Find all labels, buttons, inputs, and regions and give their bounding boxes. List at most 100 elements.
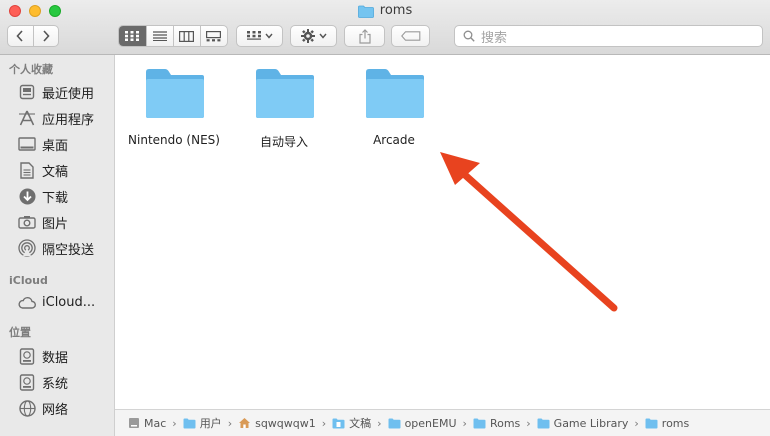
chevron-right-icon: › <box>227 416 233 430</box>
chevron-right-icon: › <box>321 416 327 430</box>
icloud-icon <box>18 293 36 311</box>
chevron-right-icon: › <box>172 416 177 430</box>
sidebar-item-documents[interactable]: 文稿 <box>0 158 114 182</box>
sidebar-item-label: 隔空投送 <box>42 242 95 258</box>
downloads-icon <box>18 187 36 205</box>
gallery-view-button[interactable] <box>199 26 227 46</box>
share-icon <box>358 28 371 44</box>
forward-button[interactable] <box>32 26 59 46</box>
folder-icon <box>146 69 204 118</box>
sidebar-item-data-disk[interactable]: 数据 <box>0 344 114 368</box>
view-mode-selector <box>118 25 228 47</box>
folder-icon <box>537 417 550 429</box>
documents-folder-icon <box>332 417 345 429</box>
sidebar-item-label: 下载 <box>42 190 69 206</box>
path-crumb-game-library[interactable]: Game Library <box>537 416 629 430</box>
folder-icon <box>645 417 658 429</box>
disk-icon <box>18 373 36 391</box>
path-crumb-roms[interactable]: roms <box>645 417 689 430</box>
search-icon <box>463 30 475 42</box>
action-menu-button[interactable] <box>290 25 337 47</box>
path-crumb-label: openEMU <box>404 416 457 430</box>
path-crumb-label: Mac <box>144 416 167 430</box>
chevron-left-icon <box>16 30 23 42</box>
folder-item-arcade[interactable]: Arcade <box>339 55 449 165</box>
path-crumb-label: Roms <box>489 416 521 430</box>
path-crumb-documents[interactable]: 文稿 <box>332 415 371 431</box>
path-crumb-users[interactable]: 用户 <box>183 415 222 431</box>
list-icon <box>152 31 167 41</box>
path-crumb-label: sqwqwqw1 <box>255 416 316 430</box>
path-crumb-label: 文稿 <box>349 417 372 430</box>
chevron-right-icon: › <box>634 416 639 430</box>
section-title-icloud: iCloud <box>9 274 48 287</box>
sidebar-item-downloads[interactable]: 下载 <box>0 184 114 208</box>
disk-icon <box>127 417 140 429</box>
folder-icon <box>357 5 374 18</box>
window-title: roms <box>379 3 413 18</box>
airdrop-icon <box>18 239 36 257</box>
finder-window: roms 搜索 个人收藏 最近使用 应用程序 桌面 文稿 下载 图片 隔空投送 … <box>0 0 770 436</box>
icon-view-button[interactable] <box>119 26 146 46</box>
path-crumb-label: roms <box>661 416 690 430</box>
chevron-down-icon <box>264 33 273 39</box>
disk-icon <box>18 347 36 365</box>
path-crumb-label: Game Library <box>553 416 629 430</box>
folder-icon <box>366 69 424 118</box>
icon-grid-icon <box>125 31 140 41</box>
gallery-icon <box>206 30 222 41</box>
columns-icon <box>179 30 195 42</box>
sidebar-item-recents[interactable]: 最近使用 <box>0 80 114 104</box>
back-button[interactable] <box>8 26 33 46</box>
path-bar: Mac › 用户 › sqwqwqw1 › 文稿 › openEMU › Rom… <box>115 409 770 436</box>
gear-icon <box>300 29 315 43</box>
documents-icon <box>18 161 36 179</box>
sidebar-item-label: 文稿 <box>42 164 69 180</box>
section-title-favorites: 个人收藏 <box>9 63 53 76</box>
sidebar-item-label: 网络 <box>42 402 69 418</box>
column-view-button[interactable] <box>172 26 200 46</box>
folder-icon <box>473 417 486 429</box>
path-crumb-openemu[interactable]: openEMU <box>388 417 457 430</box>
list-view-button[interactable] <box>145 26 173 46</box>
chevron-right-icon: › <box>526 416 531 430</box>
folder-item-nintendo-nes[interactable]: Nintendo (NES) <box>119 55 229 165</box>
sidebar-item-pictures[interactable]: 图片 <box>0 210 114 234</box>
group-by-button[interactable] <box>236 25 283 47</box>
path-crumb-mac[interactable]: Mac <box>127 417 166 430</box>
share-button[interactable] <box>344 25 385 47</box>
path-crumb-label: 用户 <box>199 417 222 430</box>
back-forward-group <box>7 25 59 47</box>
file-name: Nintendo (NES) <box>128 133 220 147</box>
home-icon <box>238 417 251 429</box>
folder-icon <box>183 417 196 429</box>
sidebar-item-icloud-drive[interactable]: iCloud... <box>0 290 114 314</box>
sidebar-item-airdrop[interactable]: 隔空投送 <box>0 236 114 260</box>
tag-icon <box>400 31 420 41</box>
sidebar-item-network[interactable]: 网络 <box>0 396 114 420</box>
folder-icon <box>388 417 401 429</box>
folder-icon <box>256 69 314 118</box>
file-browser-area: Nintendo (NES) 自动导入 Arcade <box>115 55 770 409</box>
titlebar: roms 搜索 <box>0 0 770 55</box>
sidebar-item-label: iCloud... <box>42 294 96 310</box>
search-field[interactable]: 搜索 <box>454 25 763 47</box>
section-title-locations: 位置 <box>9 326 31 339</box>
sidebar-item-desktop[interactable]: 桌面 <box>0 132 114 156</box>
search-placeholder: 搜索 <box>481 30 508 46</box>
file-name: 自动导入 <box>259 135 308 149</box>
sidebar-item-applications[interactable]: 应用程序 <box>0 106 114 130</box>
sidebar-item-label: 图片 <box>42 216 69 232</box>
file-name: Arcade <box>373 133 415 147</box>
sidebar-item-label: 桌面 <box>42 138 69 154</box>
path-crumb-roms-parent[interactable]: Roms <box>473 417 520 430</box>
path-crumb-home[interactable]: sqwqwqw1 <box>238 417 316 430</box>
chevron-right-icon: › <box>462 416 467 430</box>
sidebar-item-system-disk[interactable]: 系统 <box>0 370 114 394</box>
sidebar: 个人收藏 最近使用 应用程序 桌面 文稿 下载 图片 隔空投送 iCloud i… <box>0 55 115 436</box>
network-icon <box>18 399 36 417</box>
pictures-icon <box>18 213 36 231</box>
edit-tags-button[interactable] <box>391 25 430 47</box>
folder-item-auto-import[interactable]: 自动导入 <box>229 55 339 165</box>
desktop-icon <box>18 135 36 153</box>
